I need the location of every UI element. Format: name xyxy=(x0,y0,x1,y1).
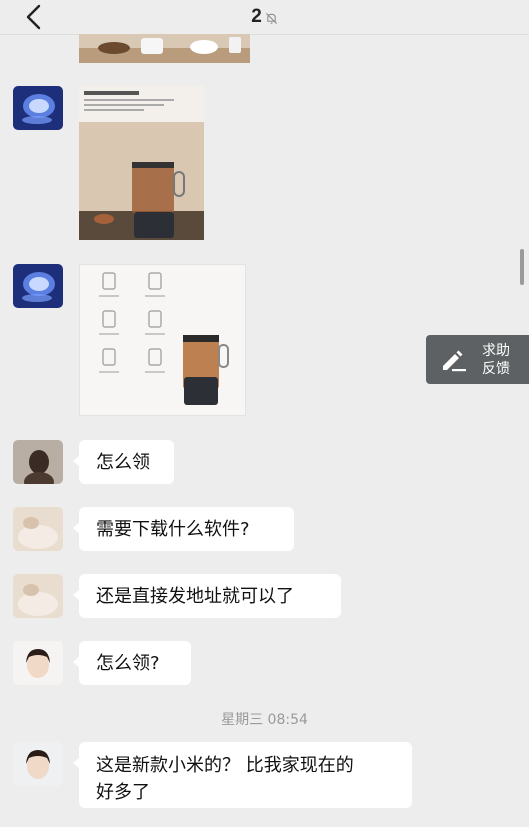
help-feedback-button[interactable]: 求助 反馈 xyxy=(426,335,529,384)
feedback-label-line2: 反馈 xyxy=(482,360,510,377)
product-image-partial[interactable] xyxy=(79,34,250,63)
avatar[interactable] xyxy=(13,264,63,308)
timestamp: 星期三 08:54 xyxy=(221,712,308,728)
message-bubble[interactable]: 怎么领? xyxy=(73,641,191,685)
product-image-teapot[interactable] xyxy=(79,86,204,240)
message-text: 怎么领 xyxy=(96,451,150,473)
avatar[interactable] xyxy=(13,742,63,786)
message-bubble[interactable]: 需要下载什么软件? xyxy=(73,507,294,551)
product-image-modes[interactable] xyxy=(79,264,246,416)
avatar[interactable] xyxy=(13,86,63,130)
message-bubble[interactable]: 怎么领 xyxy=(73,440,174,484)
avatar[interactable] xyxy=(13,440,63,484)
feedback-label: 求助 反馈 xyxy=(482,342,510,378)
chat-header: 2 xyxy=(0,0,529,35)
chat-title: 2 xyxy=(251,6,262,27)
message-bubble[interactable]: 还是直接发地址就可以了 xyxy=(73,574,341,618)
message-bubble[interactable]: 这是新款小米的？ 比我家现在的 好多了 xyxy=(73,742,412,808)
chat-title-group: 2 xyxy=(0,0,529,34)
message-text: 还是直接发地址就可以了 xyxy=(96,585,294,607)
avatar[interactable] xyxy=(13,574,63,618)
message-text-line: 这是新款小米的？ 比我家现在的 xyxy=(96,755,354,776)
feedback-label-line1: 求助 xyxy=(482,342,510,359)
bell-muted-icon xyxy=(265,13,277,24)
message-text-line: 好多了 xyxy=(96,782,150,803)
avatar[interactable] xyxy=(13,641,63,685)
avatar[interactable] xyxy=(13,507,63,551)
pencil-icon xyxy=(443,350,466,371)
scrollbar-thumb[interactable] xyxy=(520,249,524,285)
message-text: 怎么领? xyxy=(96,652,160,674)
message-text: 需要下载什么软件? xyxy=(96,518,250,540)
